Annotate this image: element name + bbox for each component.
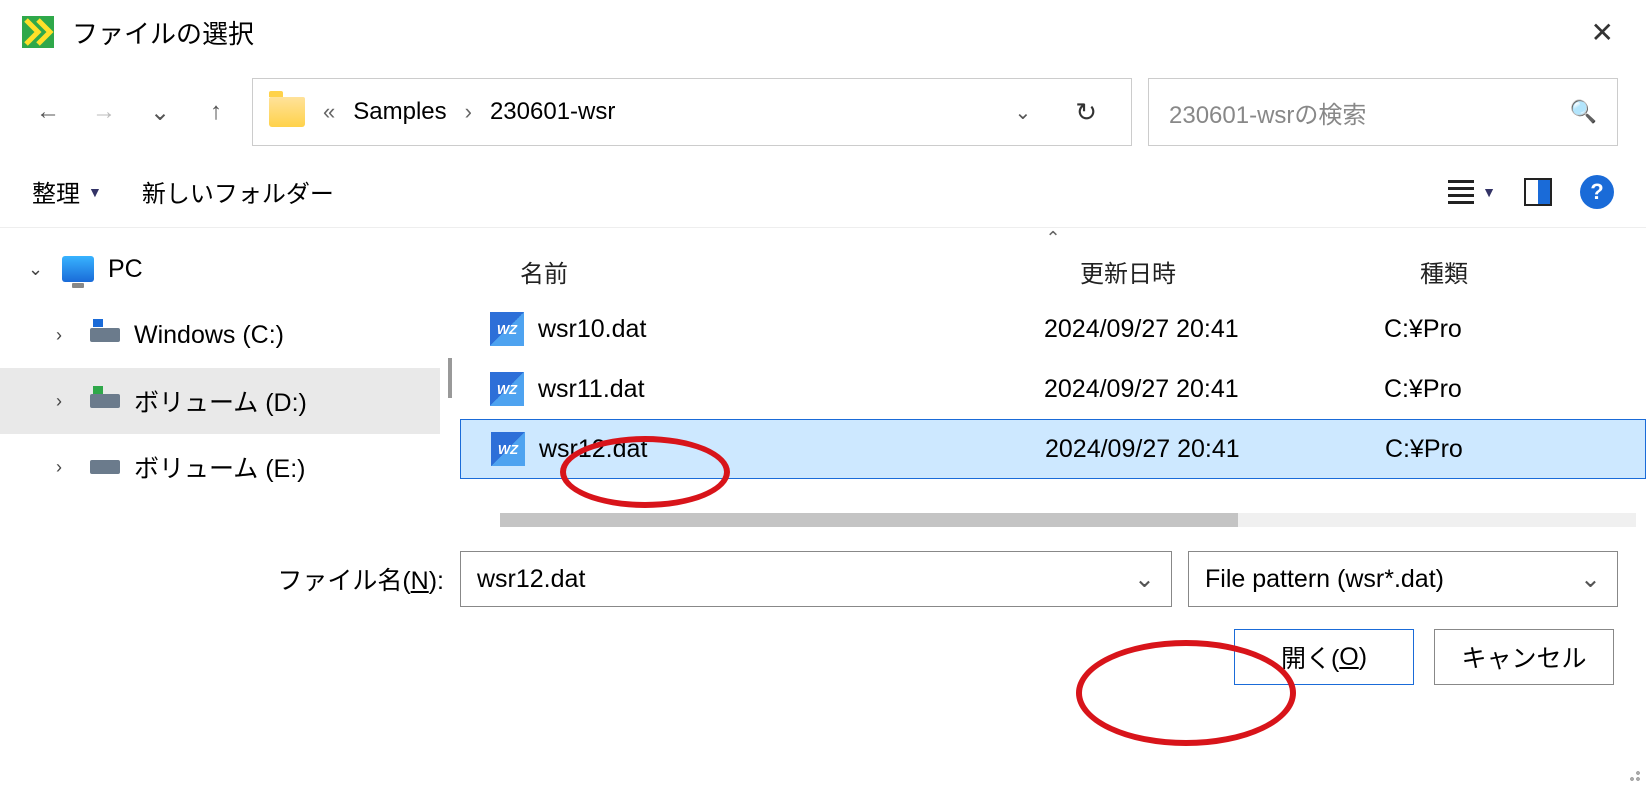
breadcrumb[interactable]: « Samples › 230601-wsr ⌄ ↻ — [252, 78, 1132, 146]
search-input[interactable]: 230601-wsrの検索 🔍 — [1148, 78, 1618, 146]
cancel-button[interactable]: キャンセル — [1434, 629, 1614, 685]
file-row[interactable]: WZwsr11.dat 2024/09/27 20:41 C:¥Pro — [460, 359, 1646, 419]
search-icon: 🔍 — [1570, 99, 1597, 125]
title-bar: ファイルの選択 ✕ — [0, 0, 1646, 60]
tree-node-drive-d[interactable]: › ボリューム (D:) — [0, 368, 440, 434]
filename-input[interactable]: wsr12.dat ⌄ — [460, 551, 1172, 607]
drive-icon — [90, 394, 120, 408]
tree-node-drive-c[interactable]: › Windows (C:) — [0, 302, 440, 368]
expand-icon[interactable]: › — [56, 391, 76, 412]
toolbar: 整理▼ 新しいフォルダー ▼ ? — [0, 164, 1646, 227]
new-folder-button[interactable]: 新しいフォルダー — [142, 174, 334, 209]
breadcrumb-item[interactable]: Samples — [353, 98, 446, 126]
file-icon: WZ — [490, 372, 524, 406]
view-menu[interactable]: ▼ — [1448, 180, 1496, 204]
breadcrumb-item[interactable]: 230601-wsr — [490, 98, 615, 126]
refresh-button[interactable]: ↻ — [1057, 97, 1115, 128]
column-modified[interactable]: 更新日時 — [1080, 254, 1420, 289]
tree-node-drive-e[interactable]: › ボリューム (E:) — [0, 434, 440, 500]
file-row[interactable]: WZwsr10.dat 2024/09/27 20:41 C:¥Pro — [460, 299, 1646, 359]
drive-icon — [90, 460, 120, 474]
expand-icon[interactable]: › — [56, 457, 76, 478]
close-button[interactable]: ✕ — [1579, 16, 1626, 49]
resize-grip[interactable] — [1624, 765, 1642, 783]
app-icon — [20, 14, 56, 50]
tree-node-pc[interactable]: ⌄ PC — [0, 236, 440, 302]
window-title: ファイルの選択 — [72, 14, 254, 51]
file-list: ⌃ 名前 更新日時 種類 WZwsr10.dat 2024/09/27 20:4… — [460, 228, 1646, 527]
chevron-down-icon[interactable]: ⌄ — [1580, 564, 1601, 594]
open-button[interactable]: 開く(O) — [1234, 629, 1414, 685]
pc-icon — [62, 256, 94, 282]
column-headers: 名前 更新日時 種類 — [460, 248, 1646, 299]
folder-icon — [269, 97, 305, 127]
file-row[interactable]: WZwsr12.dat 2024/09/27 20:41 C:¥Pro — [460, 419, 1646, 479]
back-button[interactable]: ← — [28, 92, 68, 132]
nav-row: ← → ⌄ ↑ « Samples › 230601-wsr ⌄ ↻ 23060… — [0, 60, 1646, 164]
filename-label: ファイル名(N): — [28, 561, 444, 597]
splitter[interactable] — [440, 228, 460, 527]
preview-pane-button[interactable] — [1524, 178, 1552, 206]
bottom-panel: ファイル名(N): wsr12.dat ⌄ File pattern (wsr*… — [0, 527, 1646, 701]
scroll-up-icon[interactable]: ⌃ — [460, 228, 1646, 248]
chevron-down-icon[interactable]: ⌄ — [1134, 564, 1155, 594]
help-button[interactable]: ? — [1580, 175, 1614, 209]
list-view-icon — [1448, 180, 1474, 204]
forward-button[interactable]: → — [84, 92, 124, 132]
filetype-select[interactable]: File pattern (wsr*.dat) ⌄ — [1188, 551, 1618, 607]
collapse-icon[interactable]: ⌄ — [28, 259, 48, 280]
up-button[interactable]: ↑ — [196, 92, 236, 132]
expand-icon[interactable]: › — [56, 325, 76, 346]
file-icon: WZ — [491, 432, 525, 466]
search-placeholder: 230601-wsrの検索 — [1169, 95, 1570, 130]
breadcrumb-prefix: « — [317, 99, 341, 125]
column-type[interactable]: 種類 — [1420, 254, 1646, 289]
horizontal-scrollbar[interactable] — [500, 513, 1636, 527]
chevron-right-icon: › — [459, 99, 478, 125]
column-name[interactable]: 名前 — [520, 254, 1080, 289]
breadcrumb-dropdown[interactable]: ⌄ — [1000, 100, 1045, 125]
drive-icon — [90, 328, 120, 342]
recent-dropdown[interactable]: ⌄ — [140, 92, 180, 132]
file-icon: WZ — [490, 312, 524, 346]
organize-menu[interactable]: 整理▼ — [32, 174, 102, 209]
nav-tree: ⌄ PC › Windows (C:) › ボリューム (D:) › ボリューム… — [0, 228, 440, 527]
